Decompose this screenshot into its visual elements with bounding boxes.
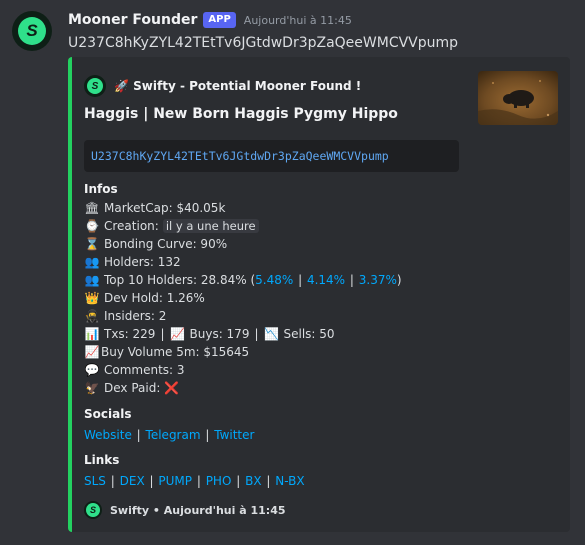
link-pump[interactable]: PUMP bbox=[158, 474, 192, 488]
top10-link-1[interactable]: 5.48% bbox=[255, 273, 293, 287]
info-holders: 👥 Holders: 132 bbox=[84, 255, 181, 269]
top10-link-2[interactable]: 4.14% bbox=[307, 273, 345, 287]
embed-card: S 🚀 Swifty - Potential Mooner Found ! Ha… bbox=[68, 57, 570, 532]
message-timestamp: Aujourd'hui à 11:45 bbox=[243, 13, 352, 27]
info-txs: 📊 Txs: 229 | 📈 Buys: 179 | 📉 Sells: 50 bbox=[84, 327, 335, 341]
rocket-icon: 🚀 bbox=[114, 79, 129, 93]
hourglass-icon: ⌛ bbox=[84, 237, 100, 251]
speech-bubble-icon: 💬 bbox=[84, 363, 100, 377]
message-header: Mooner Founder APP Aujourd'hui à 11:45 bbox=[68, 12, 352, 28]
clock-icon: ⌚ bbox=[84, 219, 100, 233]
embed-title: Haggis | New Born Haggis Pygmy Hippo bbox=[84, 106, 398, 122]
embed-author-name: 🚀 Swifty - Potential Mooner Found ! bbox=[114, 79, 361, 93]
socials-row: Website | Telegram | Twitter bbox=[84, 428, 255, 442]
swifty-logo-icon: S bbox=[87, 78, 103, 94]
footer-text: Swifty • Aujourd'hui à 11:45 bbox=[110, 503, 286, 517]
info-insiders: 🥷 Insiders: 2 bbox=[84, 309, 167, 323]
info-marketcap: 🏛 MarketCap: $40.05k bbox=[84, 201, 226, 215]
links-heading: Links bbox=[84, 453, 120, 467]
twitter-link[interactable]: Twitter bbox=[214, 428, 254, 442]
embed-author-avatar: S bbox=[84, 75, 106, 97]
link-n-bx[interactable]: N-BX bbox=[275, 474, 304, 488]
bot-avatar[interactable]: S bbox=[12, 11, 52, 51]
bar-chart-icon: 📊 bbox=[84, 327, 100, 341]
ninja-icon: 🥷 bbox=[84, 309, 100, 323]
chart-up-icon: 📈 bbox=[170, 327, 185, 341]
link-bx[interactable]: BX bbox=[245, 474, 261, 488]
chart-down-icon: 📉 bbox=[264, 327, 279, 341]
socials-heading: Socials bbox=[84, 407, 132, 421]
telegram-link[interactable]: Telegram bbox=[146, 428, 201, 442]
embed-footer: S Swifty • Aujourd'hui à 11:45 bbox=[84, 501, 286, 519]
bank-icon: 🏛 bbox=[84, 201, 100, 215]
link-dex[interactable]: DEX bbox=[120, 474, 145, 488]
link-sls[interactable]: SLS bbox=[84, 474, 106, 488]
link-pho[interactable]: PHO bbox=[206, 474, 232, 488]
swifty-logo-icon: S bbox=[18, 17, 46, 45]
app-badge: APP bbox=[203, 12, 236, 28]
users-icon: 👥 bbox=[84, 255, 100, 269]
info-top10: 👥 Top 10 Holders: 28.84% ( 5.48% | 4.14%… bbox=[84, 273, 402, 287]
contract-code-block[interactable]: U237C8hKyZYL42TEtTv6JGtdwDr3pZaQeeWMCVVp… bbox=[84, 140, 459, 172]
author-name[interactable]: Mooner Founder bbox=[68, 12, 197, 28]
crown-icon: 👑 bbox=[84, 291, 100, 305]
message-content: U237C8hKyZYL42TEtTv6JGtdwDr3pZaQeeWMCVVp… bbox=[68, 35, 459, 51]
embed-author: S 🚀 Swifty - Potential Mooner Found ! bbox=[84, 75, 361, 97]
info-dexpaid: 🦅 Dex Paid: ❌ bbox=[84, 381, 180, 395]
eagle-icon: 🦅 bbox=[84, 381, 100, 395]
footer-avatar: S bbox=[84, 501, 102, 519]
info-devhold: 👑 Dev Hold: 1.26% bbox=[84, 291, 205, 305]
embed-author-label: Swifty - Potential Mooner Found ! bbox=[133, 79, 362, 93]
creation-time-code: il y a une heure bbox=[162, 219, 259, 233]
users-icon: 👥 bbox=[84, 273, 100, 287]
info-comments: 💬 Comments: 3 bbox=[84, 363, 185, 377]
website-link[interactable]: Website bbox=[84, 428, 132, 442]
info-creation: ⌚ Creation: il y a une heure bbox=[84, 217, 259, 235]
links-row: SLS | DEX | PUMP | PHO | BX | N-BX bbox=[84, 474, 305, 488]
infos-heading: Infos bbox=[84, 182, 118, 196]
cross-mark-icon: ❌ bbox=[164, 381, 180, 395]
info-buyvolume: 📈 Buy Volume 5m: $15645 bbox=[84, 345, 250, 359]
info-bonding: ⌛ Bonding Curve: 90% bbox=[84, 237, 228, 251]
top10-link-3[interactable]: 3.37% bbox=[359, 273, 397, 287]
embed-thumbnail[interactable] bbox=[478, 71, 558, 125]
swifty-logo-icon: S bbox=[86, 503, 100, 517]
chart-up-icon: 📈 bbox=[84, 345, 100, 359]
